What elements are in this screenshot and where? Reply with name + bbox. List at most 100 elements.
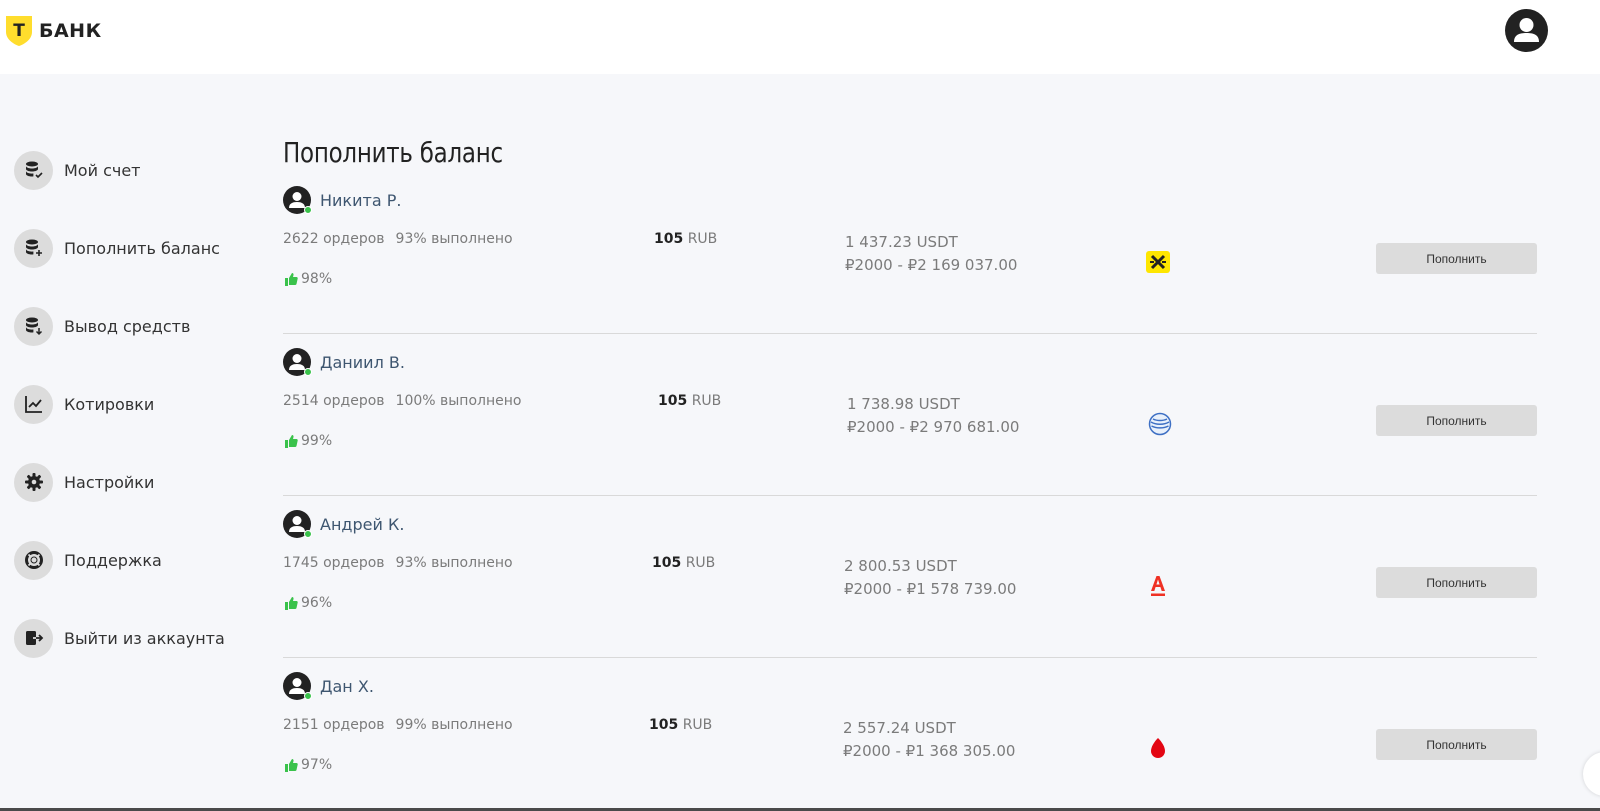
orders-count: 2622 ордеров — [283, 231, 385, 247]
trader-name: Даниил В. — [320, 352, 405, 372]
available-amount: 1 437.23 USDT — [845, 233, 958, 251]
sidebar-item-my-account[interactable]: Мой счет — [14, 150, 254, 190]
offer-row: Андрей К. 1745 ордеров 93% выполнено 96% … — [283, 496, 1537, 658]
sidebar-item-support[interactable]: Поддержка — [14, 540, 254, 580]
sidebar-item-withdraw[interactable]: Вывод средств — [14, 306, 254, 346]
sidebar-item-label: Мой счет — [64, 160, 141, 180]
lifebuoy-icon — [14, 540, 53, 580]
limit-range: ₽2000 - ₽2 970 681.00 — [847, 418, 1020, 436]
trader-rating: 98% — [285, 271, 332, 287]
trader-stats: 1745 ордеров 93% выполнено — [283, 555, 513, 571]
trader-avatar — [283, 186, 312, 214]
available-amount: 2 557.24 USDT — [843, 719, 956, 737]
gazprombank-icon — [1148, 412, 1172, 436]
trader-rating: 96% — [285, 595, 332, 611]
offer-price: 105 RUB — [649, 717, 712, 733]
online-status-dot — [304, 530, 312, 538]
offer-row: Дан Х. 2151 ордеров 99% выполнено 97% 105… — [283, 658, 1537, 811]
top-up-button[interactable]: Пополнить — [1376, 243, 1537, 274]
limit-range: ₽2000 - ₽1 578 739.00 — [844, 580, 1017, 598]
offer-price: 105 RUB — [658, 393, 721, 409]
trader-name: Андрей К. — [320, 514, 405, 534]
coins-check-icon — [14, 150, 53, 190]
gear-icon — [14, 462, 53, 502]
price-value: 105 — [649, 717, 679, 733]
available-amount: 2 800.53 USDT — [844, 557, 957, 575]
completion-rate: 93% выполнено — [395, 231, 513, 247]
trader-avatar — [283, 510, 312, 538]
top-up-button[interactable]: Пополнить — [1376, 405, 1537, 436]
logout-icon — [14, 618, 53, 658]
rating-value: 96% — [301, 595, 333, 611]
top-up-button[interactable]: Пополнить — [1376, 567, 1537, 598]
offer-limits: 2 557.24 USDT ₽2000 - ₽1 368 305.00 — [843, 717, 1015, 763]
floating-widget-edge[interactable] — [1583, 752, 1600, 796]
offer-limits: 1 437.23 USDT ₽2000 - ₽2 169 037.00 — [845, 231, 1017, 277]
trader-stats: 2151 ордеров 99% выполнено — [283, 717, 513, 733]
offer-limits: 2 800.53 USDT ₽2000 - ₽1 578 739.00 — [844, 555, 1016, 601]
raiffeisen-icon — [1146, 250, 1170, 274]
trader-rating: 97% — [285, 757, 332, 773]
limit-range: ₽2000 - ₽1 368 305.00 — [843, 742, 1016, 760]
trader-rating: 99% — [285, 433, 332, 449]
sidebar-item-settings[interactable]: Настройки — [14, 462, 254, 502]
rating-value: 99% — [301, 433, 333, 449]
trader-profile-link[interactable]: Никита Р. — [283, 186, 401, 214]
shield-logo-icon: Т — [6, 16, 32, 46]
brand-name: БАНК — [39, 20, 102, 42]
alfabank-icon — [1146, 574, 1170, 598]
sidebar-item-quotes[interactable]: Котировки — [14, 384, 254, 424]
completion-rate: 100% выполнено — [395, 393, 522, 409]
svg-text:Т: Т — [13, 21, 25, 41]
offer-row: Никита Р. 2622 ордеров 93% выполнено 98% … — [283, 172, 1537, 334]
brand-logo[interactable]: Т БАНК — [4, 15, 102, 47]
sidebar-item-label: Пополнить баланс — [64, 238, 220, 258]
price-value: 105 — [652, 555, 682, 571]
thumbs-up-icon — [285, 758, 298, 772]
sidebar-item-top-up[interactable]: Пополнить баланс — [14, 228, 254, 268]
offer-price: 105 RUB — [652, 555, 715, 571]
price-value: 105 — [654, 231, 684, 247]
offer-price: 105 RUB — [654, 231, 717, 247]
trader-profile-link[interactable]: Дан Х. — [283, 672, 374, 700]
drop-bank-icon — [1146, 736, 1170, 760]
limit-range: ₽2000 - ₽2 169 037.00 — [845, 256, 1018, 274]
online-status-dot — [304, 368, 312, 376]
user-icon — [1514, 18, 1539, 42]
trader-avatar — [283, 348, 312, 376]
price-value: 105 — [658, 393, 688, 409]
top-up-button[interactable]: Пополнить — [1376, 729, 1537, 760]
price-currency: RUB — [687, 231, 718, 247]
orders-count: 1745 ордеров — [283, 555, 385, 571]
thumbs-up-icon — [285, 272, 298, 286]
offer-row: Даниил В. 2514 ордеров 100% выполнено 99%… — [283, 334, 1537, 496]
rating-value: 97% — [301, 757, 333, 773]
sidebar-item-label: Настройки — [64, 472, 155, 492]
rating-value: 98% — [301, 271, 333, 287]
coins-minus-icon — [14, 306, 53, 346]
trader-stats: 2514 ордеров 100% выполнено — [283, 393, 521, 409]
thumbs-up-icon — [285, 434, 298, 448]
profile-avatar-button[interactable] — [1505, 9, 1548, 52]
price-currency: RUB — [682, 717, 713, 733]
available-amount: 1 738.98 USDT — [847, 395, 960, 413]
sidebar-item-logout[interactable]: Выйти из аккаунта — [14, 618, 254, 658]
top-bar: Т БАНК — [0, 0, 1600, 74]
chart-line-icon — [14, 384, 53, 424]
online-status-dot — [304, 692, 312, 700]
completion-rate: 93% выполнено — [395, 555, 513, 571]
sidebar-item-label: Выйти из аккаунта — [64, 628, 225, 648]
orders-count: 2151 ордеров — [283, 717, 385, 733]
price-currency: RUB — [691, 393, 722, 409]
trader-profile-link[interactable]: Андрей К. — [283, 510, 404, 538]
page-title: Пополнить баланс — [283, 136, 503, 169]
price-currency: RUB — [685, 555, 716, 571]
trader-name: Никита Р. — [320, 190, 402, 210]
trader-stats: 2622 ордеров 93% выполнено — [283, 231, 513, 247]
sidebar-item-label: Котировки — [64, 394, 155, 414]
trader-name: Дан Х. — [320, 676, 374, 696]
online-status-dot — [304, 206, 312, 214]
completion-rate: 99% выполнено — [395, 717, 513, 733]
sidebar-item-label: Поддержка — [64, 550, 162, 570]
trader-profile-link[interactable]: Даниил В. — [283, 348, 405, 376]
